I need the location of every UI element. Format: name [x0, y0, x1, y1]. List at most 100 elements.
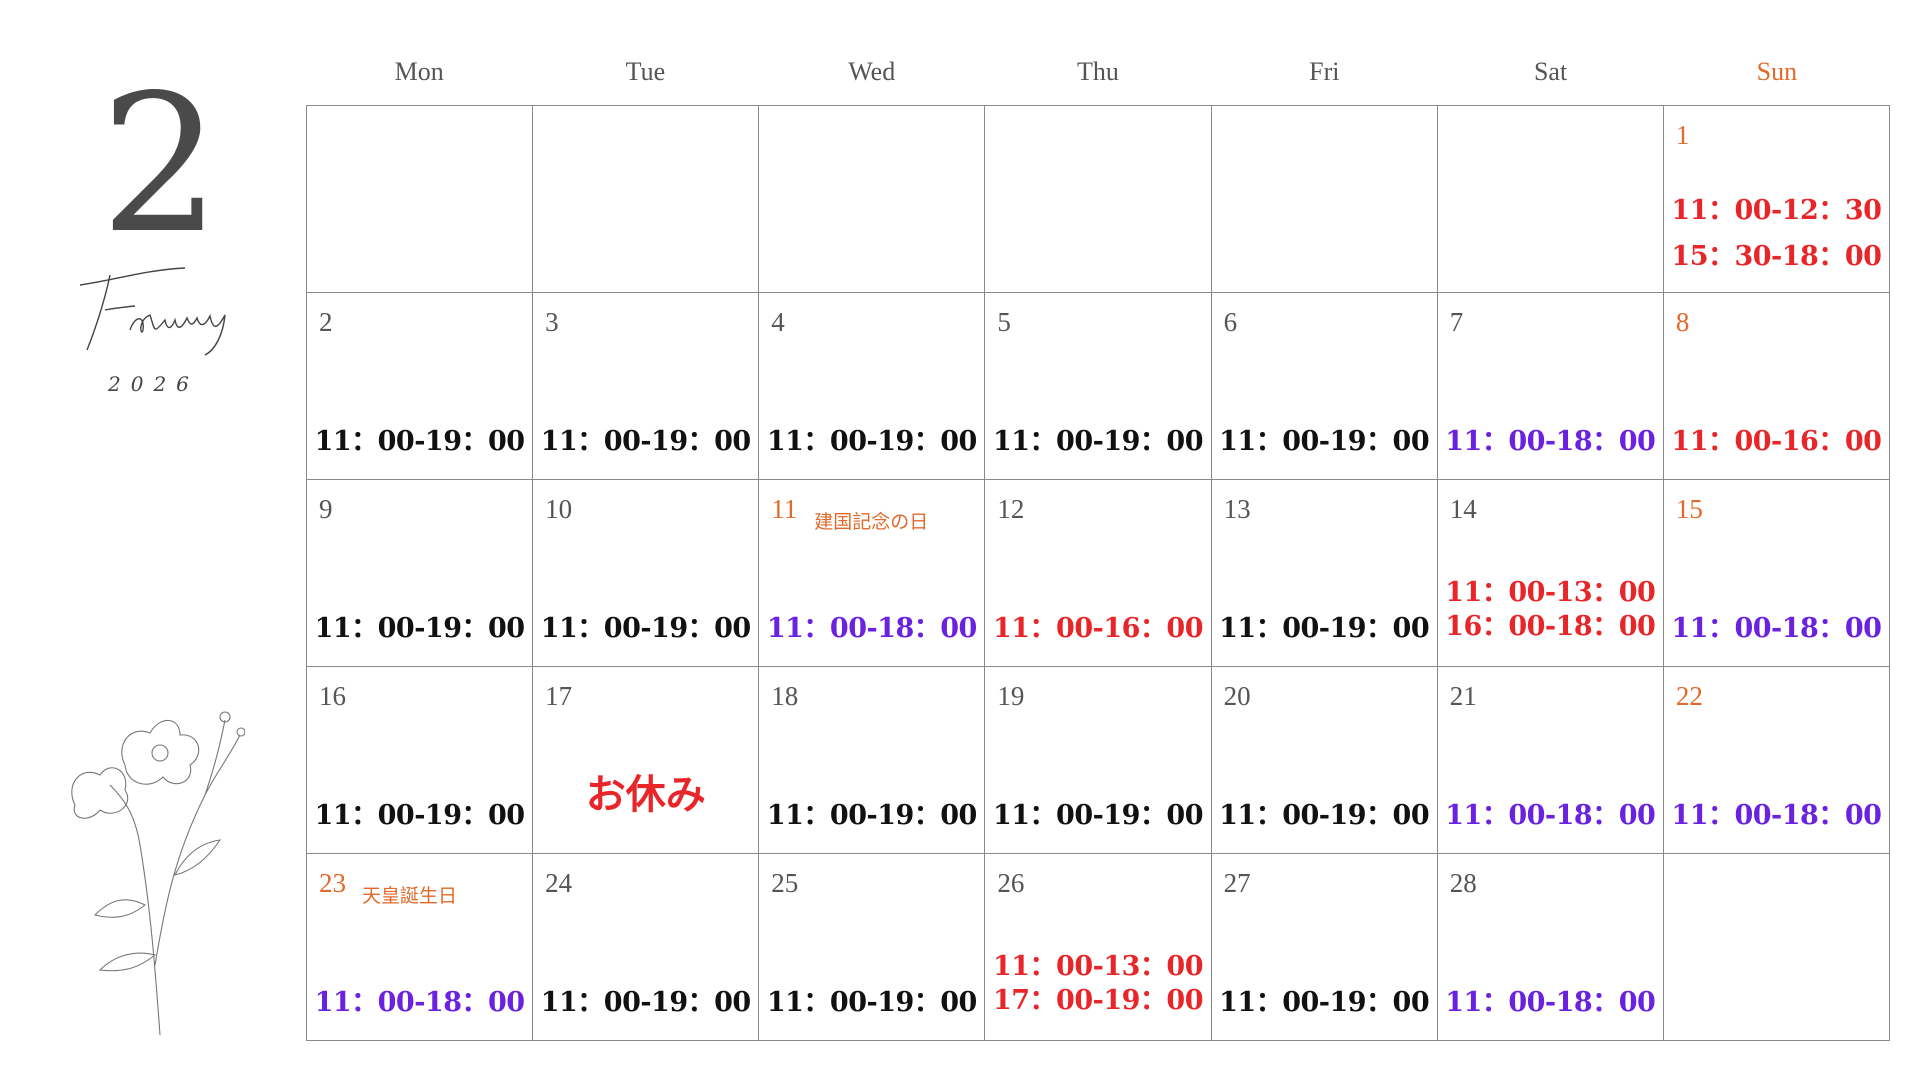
day-number: 10: [545, 494, 573, 524]
business-hours: 11：00-19：00: [985, 799, 1210, 833]
calendar-grid: 1 11：00-12：30 15：30-18：00 2 11：00-19：00 3 11：0…: [306, 105, 1890, 1041]
business-hours: 11：00-19：00: [759, 425, 984, 459]
day-number: 15: [1675, 494, 1703, 524]
calendar-day-24: 24 11：00-19：00: [533, 854, 760, 1041]
day-number: 4: [771, 307, 785, 337]
day-number: 19: [997, 681, 1025, 711]
calendar-day-22: 22 11：00-18：00: [1663, 667, 1890, 854]
hours-line: 11：00-19：00: [1219, 800, 1430, 831]
hours-line: 11：00-18：00: [1671, 613, 1882, 644]
calendar-day-6: 6 11：00-19：00: [1211, 293, 1438, 480]
calendar-empty-cell: [1663, 854, 1890, 1041]
calendar-day-1: 1 11：00-12：30 15：30-18：00: [1663, 106, 1890, 293]
hours-line: 11：00-18：00: [1445, 800, 1656, 831]
hours-line: 11：00-19：00: [540, 613, 752, 644]
business-hours: 11：00-13：00 17：00-19：00: [985, 950, 1210, 1018]
business-hours: 11：00-12：30 15：30-18：00: [1664, 188, 1889, 280]
flower-illustration: [71, 711, 245, 1035]
hours-line: 11：00-19：00: [766, 800, 978, 831]
calendar-day-3: 3 11：00-19：00: [533, 293, 760, 480]
calendar-empty-cell: [985, 106, 1212, 293]
hours-line: 16：00-18：00: [1445, 611, 1656, 642]
holiday-name: 建国記念の日: [814, 511, 929, 533]
hours-line: 11：00-19：00: [992, 426, 1204, 457]
calendar-day-7: 7 11：00-18：00: [1437, 293, 1664, 480]
month-number: 2: [100, 54, 221, 275]
weekday-label: Sun: [1756, 57, 1798, 86]
hours-line: 11：00-19：00: [1219, 987, 1430, 1018]
month-name-script: [79, 267, 226, 356]
day-number: 11: [771, 494, 798, 524]
hours-line: 11：00-19：00: [314, 800, 526, 831]
hours-line: 11：00-19：00: [766, 426, 978, 457]
hours-line: 11：00-19：00: [540, 987, 752, 1018]
holiday-name: 天皇誕生日: [362, 885, 458, 907]
business-hours: 11：00-16：00: [985, 612, 1210, 646]
business-hours: 11：00-19：00: [307, 799, 532, 833]
calendar-day-25: 25 11：00-19：00: [759, 854, 986, 1041]
calendar-day-11: 11 建国記念の日 11：00-18：00: [759, 480, 986, 667]
business-hours: 11：00-19：00: [307, 425, 532, 459]
business-hours: 11：00-18：00: [1664, 612, 1889, 646]
calendar-empty-cell: [307, 106, 534, 293]
hours-line: 11：00-19：00: [1219, 613, 1430, 644]
calendar-day-21: 21 11：00-18：00: [1437, 667, 1664, 854]
calendar-empty-cell: [533, 106, 760, 293]
day-number: 17: [545, 681, 573, 711]
calendar-day-12: 12 11：00-16：00: [985, 480, 1212, 667]
calendar-day-15: 15 11：00-18：00: [1663, 480, 1890, 667]
business-hours: 11：00-19：00: [533, 425, 758, 459]
day-number: 12: [997, 494, 1025, 524]
hours-line: 11：00-19：00: [1219, 426, 1430, 457]
hours-line: 17：00-19：00: [992, 985, 1204, 1016]
business-hours: 11：00-19：00: [1212, 986, 1437, 1020]
day-number: 8: [1675, 307, 1690, 337]
day-number: 16: [319, 681, 346, 711]
day-number: 22: [1675, 681, 1703, 711]
business-hours: 11：00-18：00: [1438, 986, 1663, 1020]
hours-line: 11：00-18：00: [766, 613, 978, 644]
hours-line: 11：00-18：00: [1445, 426, 1656, 457]
calendar-day-10: 10 11：00-19：00: [533, 480, 760, 667]
closed-label: お休み: [585, 772, 706, 818]
year: 2026: [108, 372, 199, 396]
business-hours: 11：00-19：00: [533, 986, 758, 1020]
day-number: 20: [1223, 681, 1251, 711]
weekday-label: Tue: [625, 57, 666, 86]
day-number: 24: [545, 868, 573, 898]
business-hours: 11：00-19：00: [985, 425, 1210, 459]
weekday-label: Wed: [848, 57, 896, 86]
calendar-day-28: 28 11：00-18：00: [1437, 854, 1664, 1041]
calendar-day-26: 26 11：00-13：00 17：00-19：00: [985, 854, 1212, 1041]
calendar-day-13: 13 11：00-19：00: [1211, 480, 1438, 667]
weekday-label: Mon: [394, 57, 444, 86]
hours-line: 11：00-13：00: [992, 951, 1204, 982]
hours-line: 11：00-19：00: [314, 426, 526, 457]
day-number: 14: [1449, 494, 1477, 524]
day-number: 5: [997, 307, 1011, 337]
business-hours: 11：00-18：00: [307, 986, 532, 1020]
business-hours: 11：00-19：00: [533, 612, 758, 646]
calendar-day-9: 9 11：00-19：00: [307, 480, 534, 667]
hours-line: 11：00-16：00: [1671, 426, 1882, 457]
weekday-header: Mon Tue Wed Thu Fri Sat Sun: [306, 52, 1890, 92]
calendar-day-20: 20 11：00-19：00: [1211, 667, 1438, 854]
business-hours: 11：00-19：00: [759, 986, 984, 1020]
weekday-label: Fri: [1309, 57, 1340, 86]
day-number: 9: [319, 494, 333, 524]
business-hours: 11：00-18：00: [759, 612, 984, 646]
calendar-day-27: 27 11：00-19：00: [1211, 854, 1438, 1041]
business-hours: 11：00-19：00: [1212, 612, 1437, 646]
calendar-empty-cell: [1437, 106, 1664, 293]
day-number: 27: [1223, 868, 1251, 898]
hours-line: 11：00-16：00: [992, 613, 1204, 644]
day-number: 7: [1449, 307, 1464, 337]
calendar-day-4: 4 11：00-19：00: [759, 293, 986, 480]
business-hours: 11：00-19：00: [1212, 425, 1437, 459]
business-hours: 11：00-13：00 16：00-18：00: [1438, 576, 1663, 644]
day-number: 6: [1223, 307, 1238, 337]
hours-line: 11：00-18：00: [1445, 987, 1656, 1018]
hours-line: 11：00-18：00: [1671, 800, 1882, 831]
hours-line: 11：00-19：00: [992, 800, 1204, 831]
calendar-day-17: 17 お休み: [533, 667, 760, 854]
